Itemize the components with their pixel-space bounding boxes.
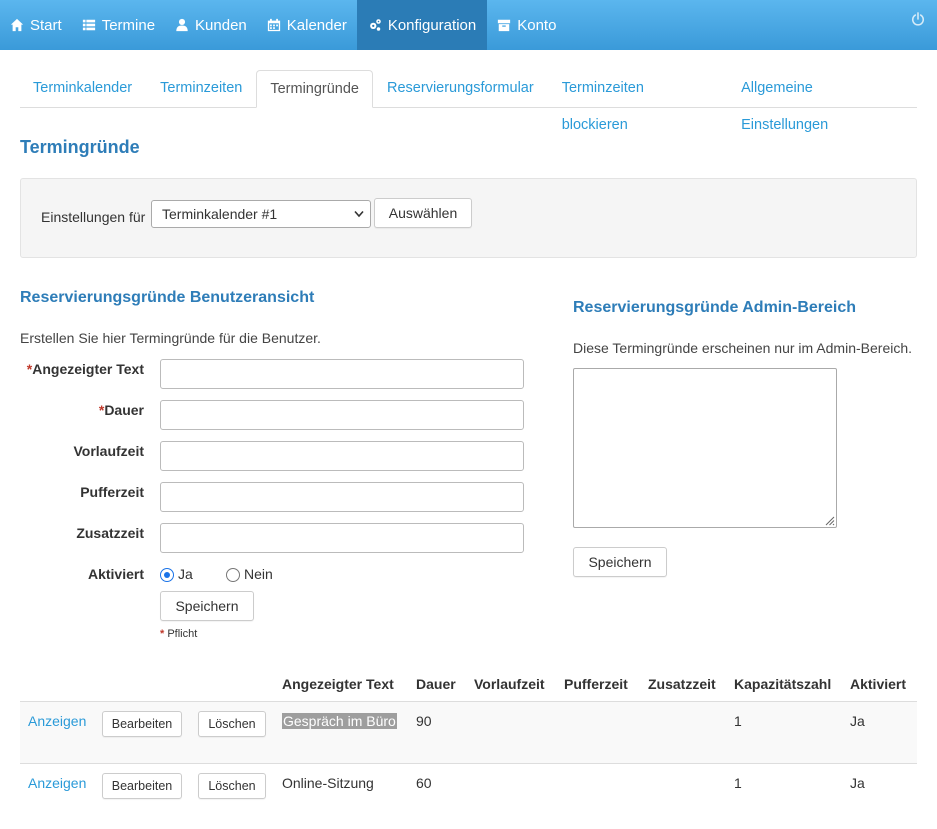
admin-reasons-textarea[interactable] (573, 368, 837, 528)
table-row: Anzeigen Bearbeiten Löschen Gespräch im … (20, 701, 917, 764)
nav-kalender[interactable]: Kalender (257, 0, 357, 50)
delete-button[interactable]: Löschen (198, 773, 266, 799)
save-admin-reasons-button[interactable]: Speichern (573, 547, 667, 577)
nav-label: Kalender (286, 16, 347, 34)
reason-dauer: 60 (416, 775, 432, 791)
logout-power-icon[interactable] (911, 12, 925, 26)
edit-button[interactable]: Bearbeiten (102, 773, 182, 799)
field-label-zusatzzeit: Zusatzzeit (76, 525, 144, 541)
calendar-select-panel: Einstellungen für Terminkalender #1 Ausw… (20, 178, 917, 258)
vorlaufzeit-input[interactable] (160, 441, 524, 471)
pufferzeit-input[interactable] (160, 482, 524, 512)
nav-label: Termine (101, 16, 156, 34)
reason-aktiviert: Ja (850, 713, 865, 729)
column-header-dauer: Dauer (416, 676, 456, 692)
column-header-aktiviert: Aktiviert (850, 676, 907, 692)
table-row: Anzeigen Bearbeiten Löschen Online-Sitzu… (20, 764, 917, 827)
tab-terminzeiten[interactable]: Terminzeiten (146, 70, 256, 108)
view-link[interactable]: Anzeigen (28, 713, 86, 729)
column-header-zusatzzeit: Zusatzzeit (648, 676, 716, 692)
required-asterisk: * (160, 628, 165, 640)
text-input[interactable] (160, 359, 524, 389)
reason-dauer: 90 (416, 713, 432, 729)
required-note: * Pflicht (160, 628, 198, 640)
reason-kapazitaet: 1 (734, 713, 742, 729)
gears-icon (369, 19, 381, 31)
home-icon (10, 18, 24, 32)
tab-terminzeiten-blockieren[interactable]: Terminzeiten blockieren (548, 70, 727, 133)
calendar-select-value: Terminkalender #1 (162, 206, 278, 222)
calendar-icon (267, 18, 280, 32)
nav-kunden[interactable]: Kunden (165, 0, 257, 50)
field-label-text: *Angezeigter Text (26, 361, 144, 377)
calendar-select[interactable]: Terminkalender #1 (151, 200, 371, 228)
reason-text: Online-Sitzung (282, 775, 374, 791)
view-link[interactable]: Anzeigen (28, 775, 86, 791)
aktiviert-yes-radio[interactable] (160, 568, 174, 582)
chevron-down-icon (354, 210, 364, 218)
nav-label: Konfiguration (387, 16, 477, 34)
field-label-vorlaufzeit: Vorlaufzeit (73, 443, 144, 459)
select-calendar-button[interactable]: Auswählen (374, 198, 472, 228)
delete-button[interactable]: Löschen (198, 711, 266, 737)
tab-allgemeine-einstellungen[interactable]: Allgemeine Einstellungen (727, 70, 917, 133)
column-header-kapazitaet: Kapazitätszahl (734, 676, 832, 692)
dauer-input[interactable] (160, 400, 524, 430)
column-header-text: Angezeigter Text (282, 676, 394, 692)
tab-termingruende[interactable]: Termingründe (256, 70, 374, 108)
tab-reservierungsformular[interactable]: Reservierungsformular (373, 70, 548, 108)
nav-label: Start (30, 16, 62, 34)
nav-start[interactable]: Start (0, 0, 72, 50)
reason-kapazitaet: 1 (734, 775, 742, 791)
page-title: Termingründe (20, 137, 140, 157)
user-section-title: Reservierungsgründe Benutzeransicht (20, 289, 315, 306)
nav-label: Kunden (195, 16, 247, 34)
edit-button[interactable]: Bearbeiten (102, 711, 182, 737)
resize-grip-icon[interactable] (823, 514, 835, 526)
field-label-pufferzeit: Pufferzeit (80, 484, 144, 500)
user-icon (176, 18, 188, 32)
aktiviert-yes-label: Ja (178, 566, 193, 582)
admin-section-title: Reservierungsgründe Admin-Bereich (573, 299, 857, 316)
column-header-pufferzeit: Pufferzeit (564, 676, 628, 692)
reason-text: Gespräch im Büro (282, 713, 397, 729)
save-user-reasons-button[interactable]: Speichern (160, 591, 254, 621)
top-navbar: Start Termine Kunden Kalender Konfigurat… (0, 0, 937, 50)
column-header-vorlaufzeit: Vorlaufzeit (474, 676, 545, 692)
aktiviert-no-radio[interactable] (226, 568, 240, 582)
nav-label: Konto (517, 16, 557, 34)
config-tabs: Terminkalender Terminzeiten Termingründe… (20, 70, 917, 133)
list-icon (82, 19, 95, 31)
tab-terminkalender[interactable]: Terminkalender (20, 70, 146, 108)
nav-termine[interactable]: Termine (72, 0, 165, 50)
user-section-description: Erstellen Sie hier Termingründe für die … (20, 330, 321, 346)
field-label-dauer: *Dauer (98, 402, 144, 418)
aktiviert-no-label: Nein (244, 566, 273, 582)
field-label-aktiviert: Aktiviert (87, 566, 144, 582)
zusatzzeit-input[interactable] (160, 523, 524, 553)
admin-section-description: Diese Termingründe erscheinen nur im Adm… (573, 340, 913, 356)
nav-konto[interactable]: Konto (487, 0, 566, 50)
settings-label: Einstellungen für (41, 209, 146, 225)
nav-konfiguration[interactable]: Konfiguration (356, 0, 488, 50)
reason-aktiviert: Ja (850, 775, 865, 791)
archive-icon (498, 19, 511, 32)
